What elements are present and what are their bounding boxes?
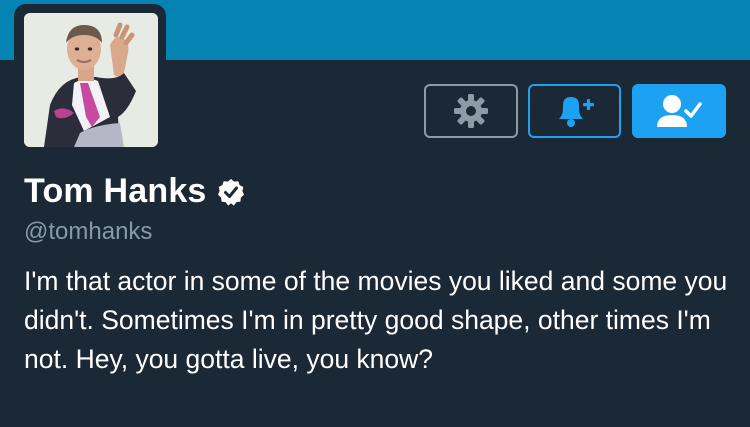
profile-bio: I'm that actor in some of the movies you…: [24, 266, 728, 374]
settings-button[interactable]: [424, 84, 518, 138]
verified-badge-icon: [217, 178, 245, 206]
username-handle: @tomhanks: [24, 218, 153, 245]
following-button[interactable]: [632, 84, 726, 138]
notifications-button[interactable]: [528, 84, 621, 138]
person-check-icon: [657, 95, 702, 127]
bell-plus-icon: [558, 97, 594, 127]
gear-icon: [454, 94, 488, 128]
profile-page: Tom Hanks @tomhanks I'm that actor in so…: [0, 0, 750, 427]
avatar-photo: [24, 13, 158, 147]
avatar[interactable]: [24, 13, 158, 147]
name-row: Tom Hanks: [24, 172, 245, 211]
display-name: Tom Hanks: [24, 172, 207, 210]
